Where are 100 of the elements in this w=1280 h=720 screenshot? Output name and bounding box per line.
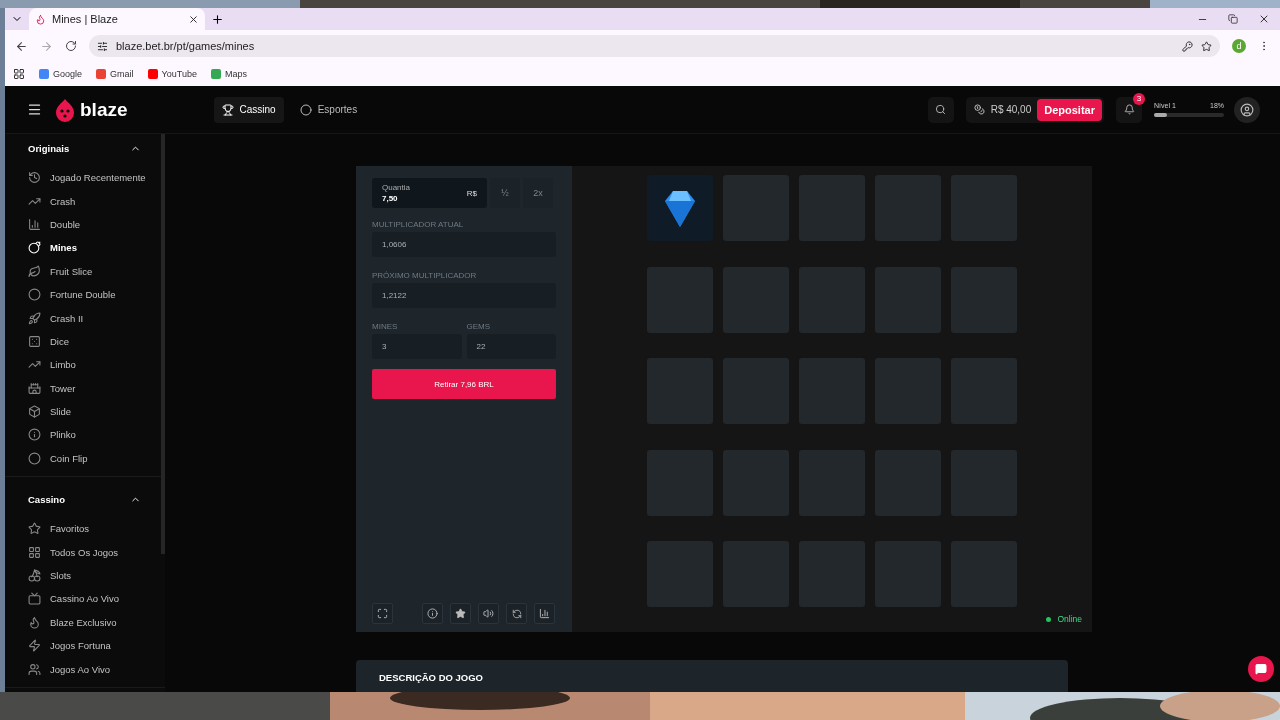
logo[interactable]: blaze bbox=[54, 97, 128, 122]
flame-dice-icon bbox=[54, 97, 76, 122]
restore-icon[interactable] bbox=[1228, 13, 1238, 25]
flame-icon bbox=[35, 13, 46, 25]
sidebar-item[interactable]: Crash II bbox=[5, 306, 165, 330]
sidebar-item[interactable]: Jogos Fortuna bbox=[5, 634, 165, 658]
cashout-button[interactable]: Retirar 7,96 BRL bbox=[372, 369, 556, 399]
mines-field[interactable]: 3 bbox=[372, 334, 462, 359]
sidebar-item[interactable]: Fruit Slice bbox=[5, 259, 165, 283]
deposit-button[interactable]: Depositar bbox=[1037, 98, 1102, 121]
sidebar-item[interactable]: Fortune Double bbox=[5, 282, 165, 307]
castle-icon bbox=[28, 381, 41, 395]
multiplier-field: 1,0606 bbox=[372, 232, 556, 257]
star-icon[interactable] bbox=[1201, 40, 1212, 52]
sidebar-item[interactable]: Todos Os Jogos bbox=[5, 540, 165, 564]
address-bar[interactable]: blaze.bet.br/pt/games/mines bbox=[89, 35, 1220, 57]
chart-icon bbox=[539, 608, 550, 619]
info-icon bbox=[427, 608, 438, 619]
people-icon bbox=[28, 662, 41, 676]
sidebar-item[interactable]: Slide bbox=[5, 399, 165, 424]
sidebar-item[interactable]: Mines bbox=[5, 236, 165, 260]
sliders-icon[interactable] bbox=[97, 40, 108, 52]
bookmark[interactable]: YouTube bbox=[147, 69, 197, 79]
sidebar-item[interactable]: Double bbox=[5, 212, 165, 237]
chat-icon bbox=[1255, 663, 1267, 675]
star-icon bbox=[28, 522, 41, 536]
description-title: DESCRIÇÃO DO JOGO bbox=[379, 672, 483, 683]
search-icon bbox=[935, 104, 947, 115]
coins-icon bbox=[973, 104, 985, 115]
balance: R$ 40,00 bbox=[990, 104, 1032, 115]
gem-tile[interactable] bbox=[647, 175, 713, 241]
cherry-icon bbox=[28, 569, 41, 583]
apps-icon[interactable] bbox=[13, 68, 25, 80]
sidebar-item[interactable]: Favoritos bbox=[5, 517, 165, 541]
forward-icon[interactable] bbox=[40, 39, 53, 53]
close-icon[interactable] bbox=[188, 13, 199, 25]
box-icon bbox=[28, 405, 41, 419]
leaf-icon bbox=[28, 264, 41, 278]
bookmark[interactable]: Gmail bbox=[96, 69, 134, 79]
back-icon[interactable] bbox=[15, 39, 28, 53]
bookmark[interactable]: Google bbox=[39, 69, 83, 79]
sidebar-item[interactable]: Dice bbox=[5, 329, 165, 354]
sidebar-item[interactable]: Tower bbox=[5, 376, 165, 400]
field-label: PRÓXIMO MULTIPLICADOR bbox=[372, 271, 478, 280]
flame-icon bbox=[28, 615, 41, 629]
menu-icon[interactable] bbox=[27, 102, 42, 117]
sidebar-item[interactable]: Plinko bbox=[5, 423, 165, 447]
status-text: Online bbox=[1057, 614, 1082, 624]
refresh-button[interactable] bbox=[506, 603, 527, 624]
sidebar-item[interactable]: Jogado Recentemente bbox=[5, 166, 165, 190]
field-label: GEMS bbox=[466, 322, 492, 331]
stake-field[interactable]: Quantia 7,50 R$ bbox=[372, 178, 487, 208]
refresh-icon bbox=[511, 608, 522, 619]
bars-icon bbox=[28, 217, 41, 231]
rocket-icon bbox=[28, 311, 41, 325]
speaker-icon bbox=[483, 608, 494, 619]
sidebar-item[interactable]: Coin Flip bbox=[5, 446, 165, 471]
sidebar-item[interactable]: Cassino Ao Vivo bbox=[5, 587, 165, 611]
history-icon bbox=[28, 171, 41, 185]
bookmark[interactable]: Maps bbox=[210, 69, 247, 79]
close-icon[interactable] bbox=[1258, 13, 1270, 25]
grid-icon bbox=[28, 545, 41, 559]
field-label: MULTIPLICADOR ATUAL bbox=[372, 220, 465, 229]
url-text: blaze.bet.br/pt/games/mines bbox=[116, 40, 256, 52]
circle-icon bbox=[28, 288, 41, 302]
info-button[interactable] bbox=[422, 603, 443, 624]
nav-tab[interactable]: Cassino bbox=[213, 96, 284, 123]
notification-badge: 3 bbox=[1133, 92, 1145, 105]
star-icon bbox=[455, 608, 466, 619]
fullscreen-button[interactable] bbox=[372, 603, 393, 624]
nav-tab[interactable]: Esportes bbox=[291, 96, 366, 123]
sidebar-item[interactable]: Crash bbox=[5, 189, 165, 213]
plus-icon[interactable] bbox=[211, 12, 224, 26]
sound-button[interactable] bbox=[478, 603, 499, 624]
sidebar-item[interactable]: Limbo bbox=[5, 353, 165, 377]
key-icon[interactable] bbox=[1182, 40, 1193, 52]
notifications-button[interactable]: 3 bbox=[1116, 96, 1142, 123]
dice-icon bbox=[28, 334, 41, 348]
fullscreen-icon bbox=[377, 608, 388, 619]
circle-icon bbox=[28, 451, 41, 465]
user-icon bbox=[1240, 102, 1254, 117]
favorite-button[interactable] bbox=[450, 603, 471, 624]
gems-field[interactable]: 22 bbox=[466, 334, 556, 359]
lightning-icon bbox=[28, 639, 41, 653]
multiplier-field: 1,2122 bbox=[372, 283, 556, 308]
section-header[interactable]: Originais bbox=[5, 134, 161, 162]
sidebar-item[interactable]: Slots bbox=[5, 563, 165, 588]
sidebar-item[interactable]: Blaze Exclusivo bbox=[5, 610, 165, 635]
info-icon bbox=[28, 428, 41, 442]
browser-tab[interactable]: Mines | Blaze bbox=[29, 8, 205, 30]
bomb-icon bbox=[28, 241, 41, 255]
bell-icon bbox=[1123, 104, 1135, 115]
reload-icon[interactable] bbox=[65, 40, 77, 52]
user-avatar[interactable] bbox=[1234, 96, 1260, 123]
sidebar-item[interactable]: Jogos Ao Vivo bbox=[5, 657, 165, 681]
search-button[interactable] bbox=[927, 96, 954, 123]
field-label: MINES bbox=[372, 322, 399, 331]
stats-button[interactable] bbox=[534, 603, 555, 624]
section-header[interactable]: Cassino bbox=[5, 485, 161, 514]
tv-icon bbox=[28, 592, 41, 606]
